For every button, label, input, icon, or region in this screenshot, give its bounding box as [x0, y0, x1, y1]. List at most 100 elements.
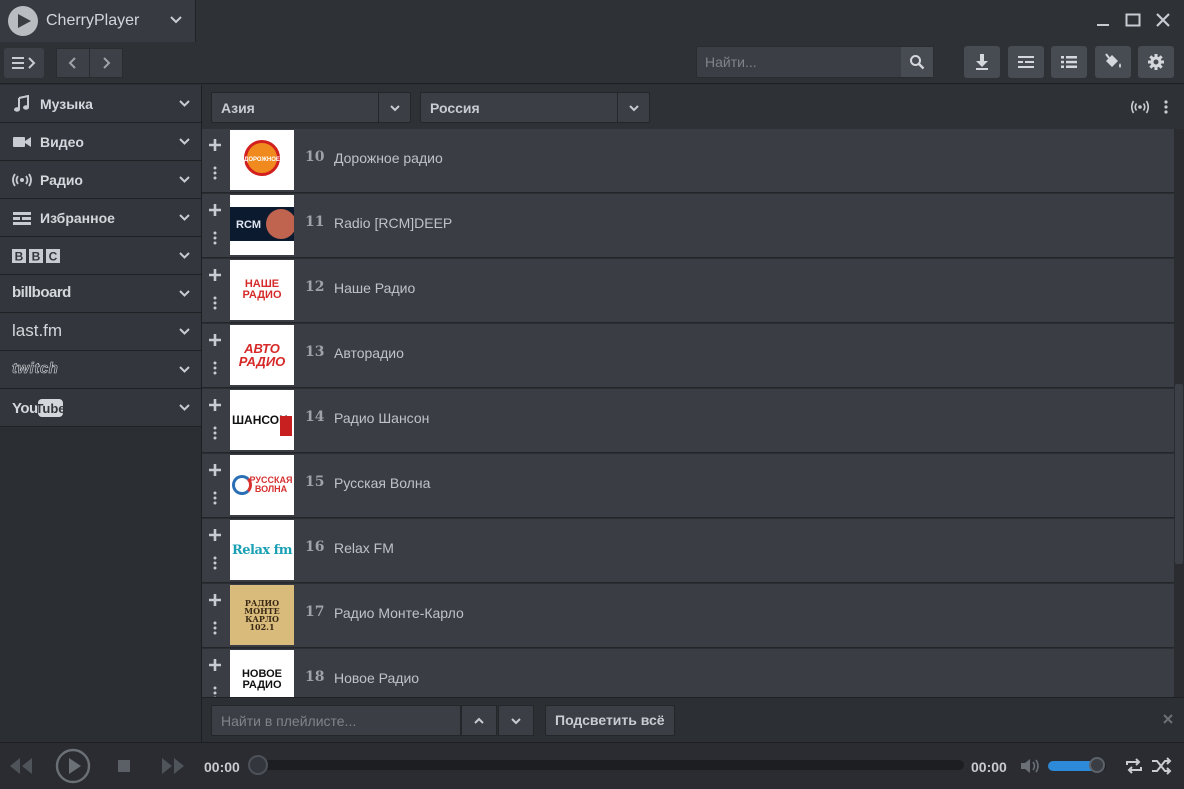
- menu-icon: [12, 57, 36, 69]
- station-logo: ДОРОЖНОЕ: [230, 130, 294, 190]
- close-icon[interactable]: [1162, 713, 1174, 725]
- more-options-icon[interactable]: [213, 361, 217, 375]
- add-icon[interactable]: [208, 593, 222, 607]
- add-icon[interactable]: [208, 333, 222, 347]
- seek-handle[interactable]: [248, 755, 268, 775]
- settings-button[interactable]: [1138, 46, 1174, 78]
- station-row[interactable]: RCM 11 Radio [RCM]DEEP: [202, 194, 1174, 258]
- add-icon[interactable]: [208, 203, 222, 217]
- country-dropdown-button[interactable]: [617, 93, 649, 122]
- add-icon[interactable]: [208, 138, 222, 152]
- sidebar: Музыка Видео Радио Избранное B B C billb…: [0, 85, 202, 743]
- station-row[interactable]: ШАНСОН 14 Радио Шансон: [202, 389, 1174, 453]
- more-options-icon[interactable]: [213, 426, 217, 440]
- station-number: 11: [305, 214, 325, 230]
- station-row[interactable]: АВТО РАДИО 13 Авторадио: [202, 324, 1174, 388]
- repeat-icon[interactable]: [1124, 756, 1144, 776]
- fast-forward-icon[interactable]: [160, 756, 186, 776]
- more-options-icon[interactable]: [213, 491, 217, 505]
- player-bar: 00:00 00:00: [0, 742, 1184, 789]
- country-select[interactable]: Россия: [420, 92, 650, 123]
- sidebar-item-lastfm[interactable]: last.fm: [0, 313, 201, 351]
- sidebar-item-video[interactable]: Видео: [0, 123, 201, 161]
- add-icon[interactable]: [208, 398, 222, 412]
- station-name: Relax FM: [334, 540, 394, 556]
- volume-icon[interactable]: [1019, 757, 1041, 775]
- chevron-down-icon: [179, 328, 190, 335]
- search-button[interactable]: [901, 47, 933, 77]
- theme-button[interactable]: [1095, 46, 1131, 78]
- volume-handle[interactable]: [1089, 757, 1106, 773]
- country-select-value: Россия: [430, 100, 480, 116]
- minimize-icon[interactable]: [1094, 11, 1112, 29]
- more-options-icon[interactable]: [1164, 100, 1168, 114]
- rewind-icon[interactable]: [8, 756, 34, 776]
- sidebar-toggle-button[interactable]: [4, 48, 44, 78]
- sidebar-item-billboard[interactable]: billboard: [0, 275, 201, 313]
- close-icon[interactable]: [1154, 11, 1172, 29]
- total-time: 00:00: [971, 759, 1007, 775]
- playlist-search-input[interactable]: [211, 705, 461, 736]
- station-logo-text: РУССКАЯ ВОЛНА: [249, 475, 293, 494]
- station-logo-text: НАШЕ РАДИО: [242, 278, 282, 301]
- station-row[interactable]: РАДИО МОНТЕ КАРЛО 102.1 17 Радио Монте-К…: [202, 584, 1174, 648]
- station-logo-text: RCM: [236, 218, 262, 231]
- highlight-all-button[interactable]: Подсветить всё: [545, 705, 675, 736]
- more-options-icon[interactable]: [213, 686, 217, 697]
- station-number: 15: [305, 474, 325, 490]
- search-input[interactable]: [697, 47, 903, 77]
- station-row[interactable]: ДОРОЖНОЕ 10 Дорожное радио: [202, 129, 1174, 193]
- station-list: ДОРОЖНОЕ 10 Дорожное радио RCM 11 Radio …: [202, 129, 1174, 697]
- search-prev-button[interactable]: [461, 705, 497, 736]
- search-box: [696, 46, 934, 78]
- chevron-down-icon: [179, 100, 190, 107]
- more-options-icon[interactable]: [213, 296, 217, 310]
- region-select[interactable]: Азия: [211, 92, 411, 123]
- back-button[interactable]: [56, 48, 90, 78]
- add-icon[interactable]: [208, 268, 222, 282]
- svg-text:Tube: Tube: [35, 401, 64, 416]
- more-options-icon[interactable]: [213, 166, 217, 180]
- paint-bucket-icon: [1105, 53, 1121, 68]
- scrollbar[interactable]: [1174, 129, 1184, 697]
- add-icon[interactable]: [208, 658, 222, 672]
- chevron-down-icon: [179, 214, 190, 221]
- add-icon[interactable]: [208, 528, 222, 542]
- download-button[interactable]: [964, 46, 1000, 78]
- station-row[interactable]: Relax fm 16 Relax FM: [202, 519, 1174, 583]
- sidebar-item-youtube[interactable]: You Tube: [0, 389, 201, 427]
- youtube-logo-icon: You Tube: [12, 399, 64, 417]
- sidebar-item-radio[interactable]: Радио: [0, 161, 201, 199]
- station-logo: АВТО РАДИО: [230, 325, 294, 385]
- volume-slider[interactable]: [1048, 757, 1106, 773]
- station-logo: НАШЕ РАДИО: [230, 260, 294, 320]
- broadcast-icon[interactable]: [1131, 100, 1149, 114]
- shuffle-icon[interactable]: [1151, 756, 1173, 776]
- maximize-icon[interactable]: [1124, 11, 1142, 29]
- station-row[interactable]: НАШЕ РАДИО 12 Наше Радио: [202, 259, 1174, 323]
- more-options-icon[interactable]: [213, 556, 217, 570]
- station-logo: RCM: [230, 195, 294, 255]
- view-list-button[interactable]: [1051, 46, 1087, 78]
- forward-button[interactable]: [89, 48, 123, 78]
- station-name: Новое Радио: [334, 670, 420, 686]
- play-icon[interactable]: [55, 748, 91, 784]
- sidebar-item-music[interactable]: Музыка: [0, 85, 201, 123]
- station-row[interactable]: РУССКАЯ ВОЛНА 15 Русская Волна: [202, 454, 1174, 518]
- more-options-icon[interactable]: [213, 231, 217, 245]
- gear-icon: [1148, 54, 1164, 70]
- station-row[interactable]: НОВОЕ РАДИО 18 Новое Радио: [202, 649, 1174, 697]
- add-icon[interactable]: [208, 463, 222, 477]
- sidebar-item-bbc[interactable]: B B C: [0, 237, 201, 275]
- station-name: Radio [RCM]DEEP: [334, 215, 453, 231]
- seek-bar[interactable]: [248, 755, 964, 775]
- region-dropdown-button[interactable]: [378, 93, 410, 122]
- stop-icon[interactable]: [117, 759, 131, 773]
- view-compact-button[interactable]: [1008, 46, 1044, 78]
- sidebar-item-twitch[interactable]: twitch: [0, 351, 201, 389]
- search-next-button[interactable]: [498, 705, 534, 736]
- sidebar-item-favorites[interactable]: Избранное: [0, 199, 201, 237]
- more-options-icon[interactable]: [213, 621, 217, 635]
- scrollbar-thumb[interactable]: [1175, 384, 1183, 564]
- app-menu-tab[interactable]: CherryPlayer: [0, 0, 196, 42]
